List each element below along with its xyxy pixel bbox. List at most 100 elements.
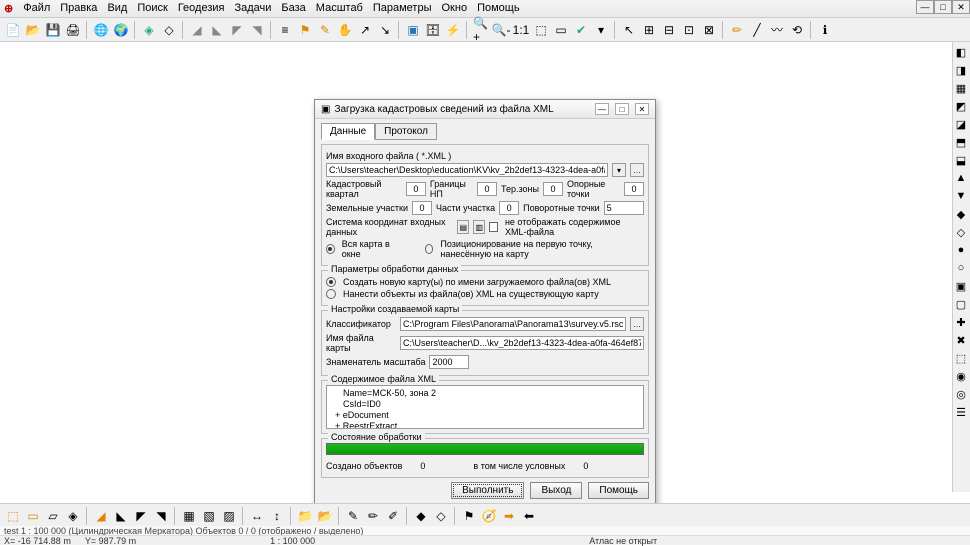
rt17-icon[interactable]: ✖ bbox=[953, 332, 969, 348]
db-icon[interactable]: 🗄 bbox=[424, 21, 442, 39]
tool4-icon[interactable]: ◥ bbox=[248, 21, 266, 39]
layers-icon[interactable]: ◈ bbox=[140, 21, 158, 39]
dd-icon[interactable]: ▾ bbox=[592, 21, 610, 39]
bt1-icon[interactable]: ⬚ bbox=[4, 507, 22, 525]
mapfile-path[interactable] bbox=[400, 336, 644, 350]
rt19-icon[interactable]: ◉ bbox=[953, 368, 969, 384]
check-icon[interactable]: ✔ bbox=[572, 21, 590, 39]
wc-icon[interactable]: ⊡ bbox=[680, 21, 698, 39]
f4-v[interactable] bbox=[624, 182, 644, 196]
rt16-icon[interactable]: ✚ bbox=[953, 314, 969, 330]
open-icon[interactable]: 📂 bbox=[24, 21, 42, 39]
rt5-icon[interactable]: ◪ bbox=[953, 116, 969, 132]
bt23-icon[interactable]: ➡ bbox=[500, 507, 518, 525]
bt9-icon[interactable]: ▦ bbox=[180, 507, 198, 525]
globe-icon[interactable]: 🌐 bbox=[92, 21, 110, 39]
3d-icon[interactable]: ▣ bbox=[404, 21, 422, 39]
flag-icon[interactable]: ⚑ bbox=[296, 21, 314, 39]
exit-button[interactable]: Выход bbox=[530, 482, 582, 499]
f2-v[interactable] bbox=[477, 182, 497, 196]
bt10-icon[interactable]: ▧ bbox=[200, 507, 218, 525]
min-btn[interactable]: — bbox=[916, 0, 934, 14]
zoom11-icon[interactable]: 1:1 bbox=[512, 21, 530, 39]
tool3-icon[interactable]: ◤ bbox=[228, 21, 246, 39]
tree-item[interactable]: + eDocument bbox=[331, 410, 639, 421]
bt19-icon[interactable]: ◆ bbox=[412, 507, 430, 525]
tab-protocol[interactable]: Протокол bbox=[375, 123, 437, 140]
r-firstpoint[interactable] bbox=[425, 244, 434, 254]
pr1[interactable] bbox=[326, 277, 336, 287]
r-fullmap[interactable] bbox=[326, 244, 335, 254]
menu-edit[interactable]: Правка bbox=[60, 2, 97, 15]
tool1-icon[interactable]: ◢ bbox=[188, 21, 206, 39]
rt6-icon[interactable]: ⬒ bbox=[953, 134, 969, 150]
globe2-icon[interactable]: 🌍 bbox=[112, 21, 130, 39]
bt22-icon[interactable]: 🧭 bbox=[480, 507, 498, 525]
rect-icon[interactable]: ▭ bbox=[552, 21, 570, 39]
tab-data[interactable]: Данные bbox=[321, 123, 375, 140]
rt12-icon[interactable]: ● bbox=[953, 242, 969, 258]
bt3-icon[interactable]: ▱ bbox=[44, 507, 62, 525]
rt14-icon[interactable]: ▣ bbox=[953, 278, 969, 294]
rt2-icon[interactable]: ◨ bbox=[953, 62, 969, 78]
bt12-icon[interactable]: ↔ bbox=[248, 507, 266, 525]
bolt-icon[interactable]: ⚡ bbox=[444, 21, 462, 39]
cls-path[interactable] bbox=[400, 317, 626, 331]
run-button[interactable]: Выполнить bbox=[451, 482, 524, 499]
f7-v[interactable] bbox=[604, 201, 644, 215]
menu-base[interactable]: База bbox=[281, 2, 305, 15]
menu-view[interactable]: Вид bbox=[107, 2, 127, 15]
bt17-icon[interactable]: ✏ bbox=[364, 507, 382, 525]
rt13-icon[interactable]: ○ bbox=[953, 260, 969, 276]
pencil-icon[interactable]: ✏ bbox=[728, 21, 746, 39]
wa-icon[interactable]: ⊞ bbox=[640, 21, 658, 39]
rt18-icon[interactable]: ⬚ bbox=[953, 350, 969, 366]
crs-btn2[interactable]: ▥ bbox=[473, 220, 485, 234]
save-icon[interactable]: 💾 bbox=[44, 21, 62, 39]
crs-btn1[interactable]: ▤ bbox=[457, 220, 469, 234]
tree-item[interactable]: + ReestrExtract bbox=[331, 421, 639, 429]
arrow-icon[interactable]: ↗ bbox=[356, 21, 374, 39]
rt20-icon[interactable]: ◎ bbox=[953, 386, 969, 402]
new-icon[interactable]: 📄 bbox=[4, 21, 22, 39]
list-icon[interactable]: ≡ bbox=[276, 21, 294, 39]
f6-v[interactable] bbox=[499, 201, 519, 215]
dialog-close[interactable]: ✕ bbox=[635, 103, 649, 115]
rt10-icon[interactable]: ◆ bbox=[953, 206, 969, 222]
print-icon[interactable]: 🖨 bbox=[64, 21, 82, 39]
scale-v[interactable] bbox=[429, 355, 469, 369]
menu-search[interactable]: Поиск bbox=[137, 2, 167, 15]
bt6-icon[interactable]: ◣ bbox=[112, 507, 130, 525]
bt4-icon[interactable]: ◈ bbox=[64, 507, 82, 525]
menu-geo[interactable]: Геодезия bbox=[178, 2, 225, 15]
input-file-path[interactable] bbox=[326, 163, 608, 177]
menu-file[interactable]: Файл bbox=[23, 2, 50, 15]
menu-params[interactable]: Параметры bbox=[373, 2, 432, 15]
zoomout-icon[interactable]: 🔍- bbox=[492, 21, 510, 39]
bt15-icon[interactable]: 📂 bbox=[316, 507, 334, 525]
menu-window[interactable]: Окно bbox=[442, 2, 468, 15]
rt1-icon[interactable]: ◧ bbox=[953, 44, 969, 60]
bt20-icon[interactable]: ◇ bbox=[432, 507, 450, 525]
line-icon[interactable]: ╱ bbox=[748, 21, 766, 39]
bt21-icon[interactable]: ⚑ bbox=[460, 507, 478, 525]
bt13-icon[interactable]: ↕ bbox=[268, 507, 286, 525]
f3-v[interactable] bbox=[543, 182, 563, 196]
tree-item[interactable]: Name=МСК-50, зона 2 bbox=[331, 388, 639, 399]
arrow2-icon[interactable]: ↘ bbox=[376, 21, 394, 39]
rt7-icon[interactable]: ⬓ bbox=[953, 152, 969, 168]
bt14-icon[interactable]: 📁 bbox=[296, 507, 314, 525]
help-button[interactable]: Помощь bbox=[588, 482, 649, 499]
dialog-min[interactable]: — bbox=[595, 103, 609, 115]
max-btn[interactable]: □ bbox=[934, 0, 952, 14]
bt5-icon[interactable]: ◢ bbox=[92, 507, 110, 525]
tree-item[interactable]: CsId=ID0 bbox=[331, 399, 639, 410]
rt11-icon[interactable]: ◇ bbox=[953, 224, 969, 240]
tool2-icon[interactable]: ◣ bbox=[208, 21, 226, 39]
rt15-icon[interactable]: ▢ bbox=[953, 296, 969, 312]
layers2-icon[interactable]: ◇ bbox=[160, 21, 178, 39]
menu-help[interactable]: Помощь bbox=[477, 2, 520, 15]
bt11-icon[interactable]: ▨ bbox=[220, 507, 238, 525]
bt18-icon[interactable]: ✐ bbox=[384, 507, 402, 525]
input-dropdown[interactable]: ▾ bbox=[612, 163, 626, 177]
